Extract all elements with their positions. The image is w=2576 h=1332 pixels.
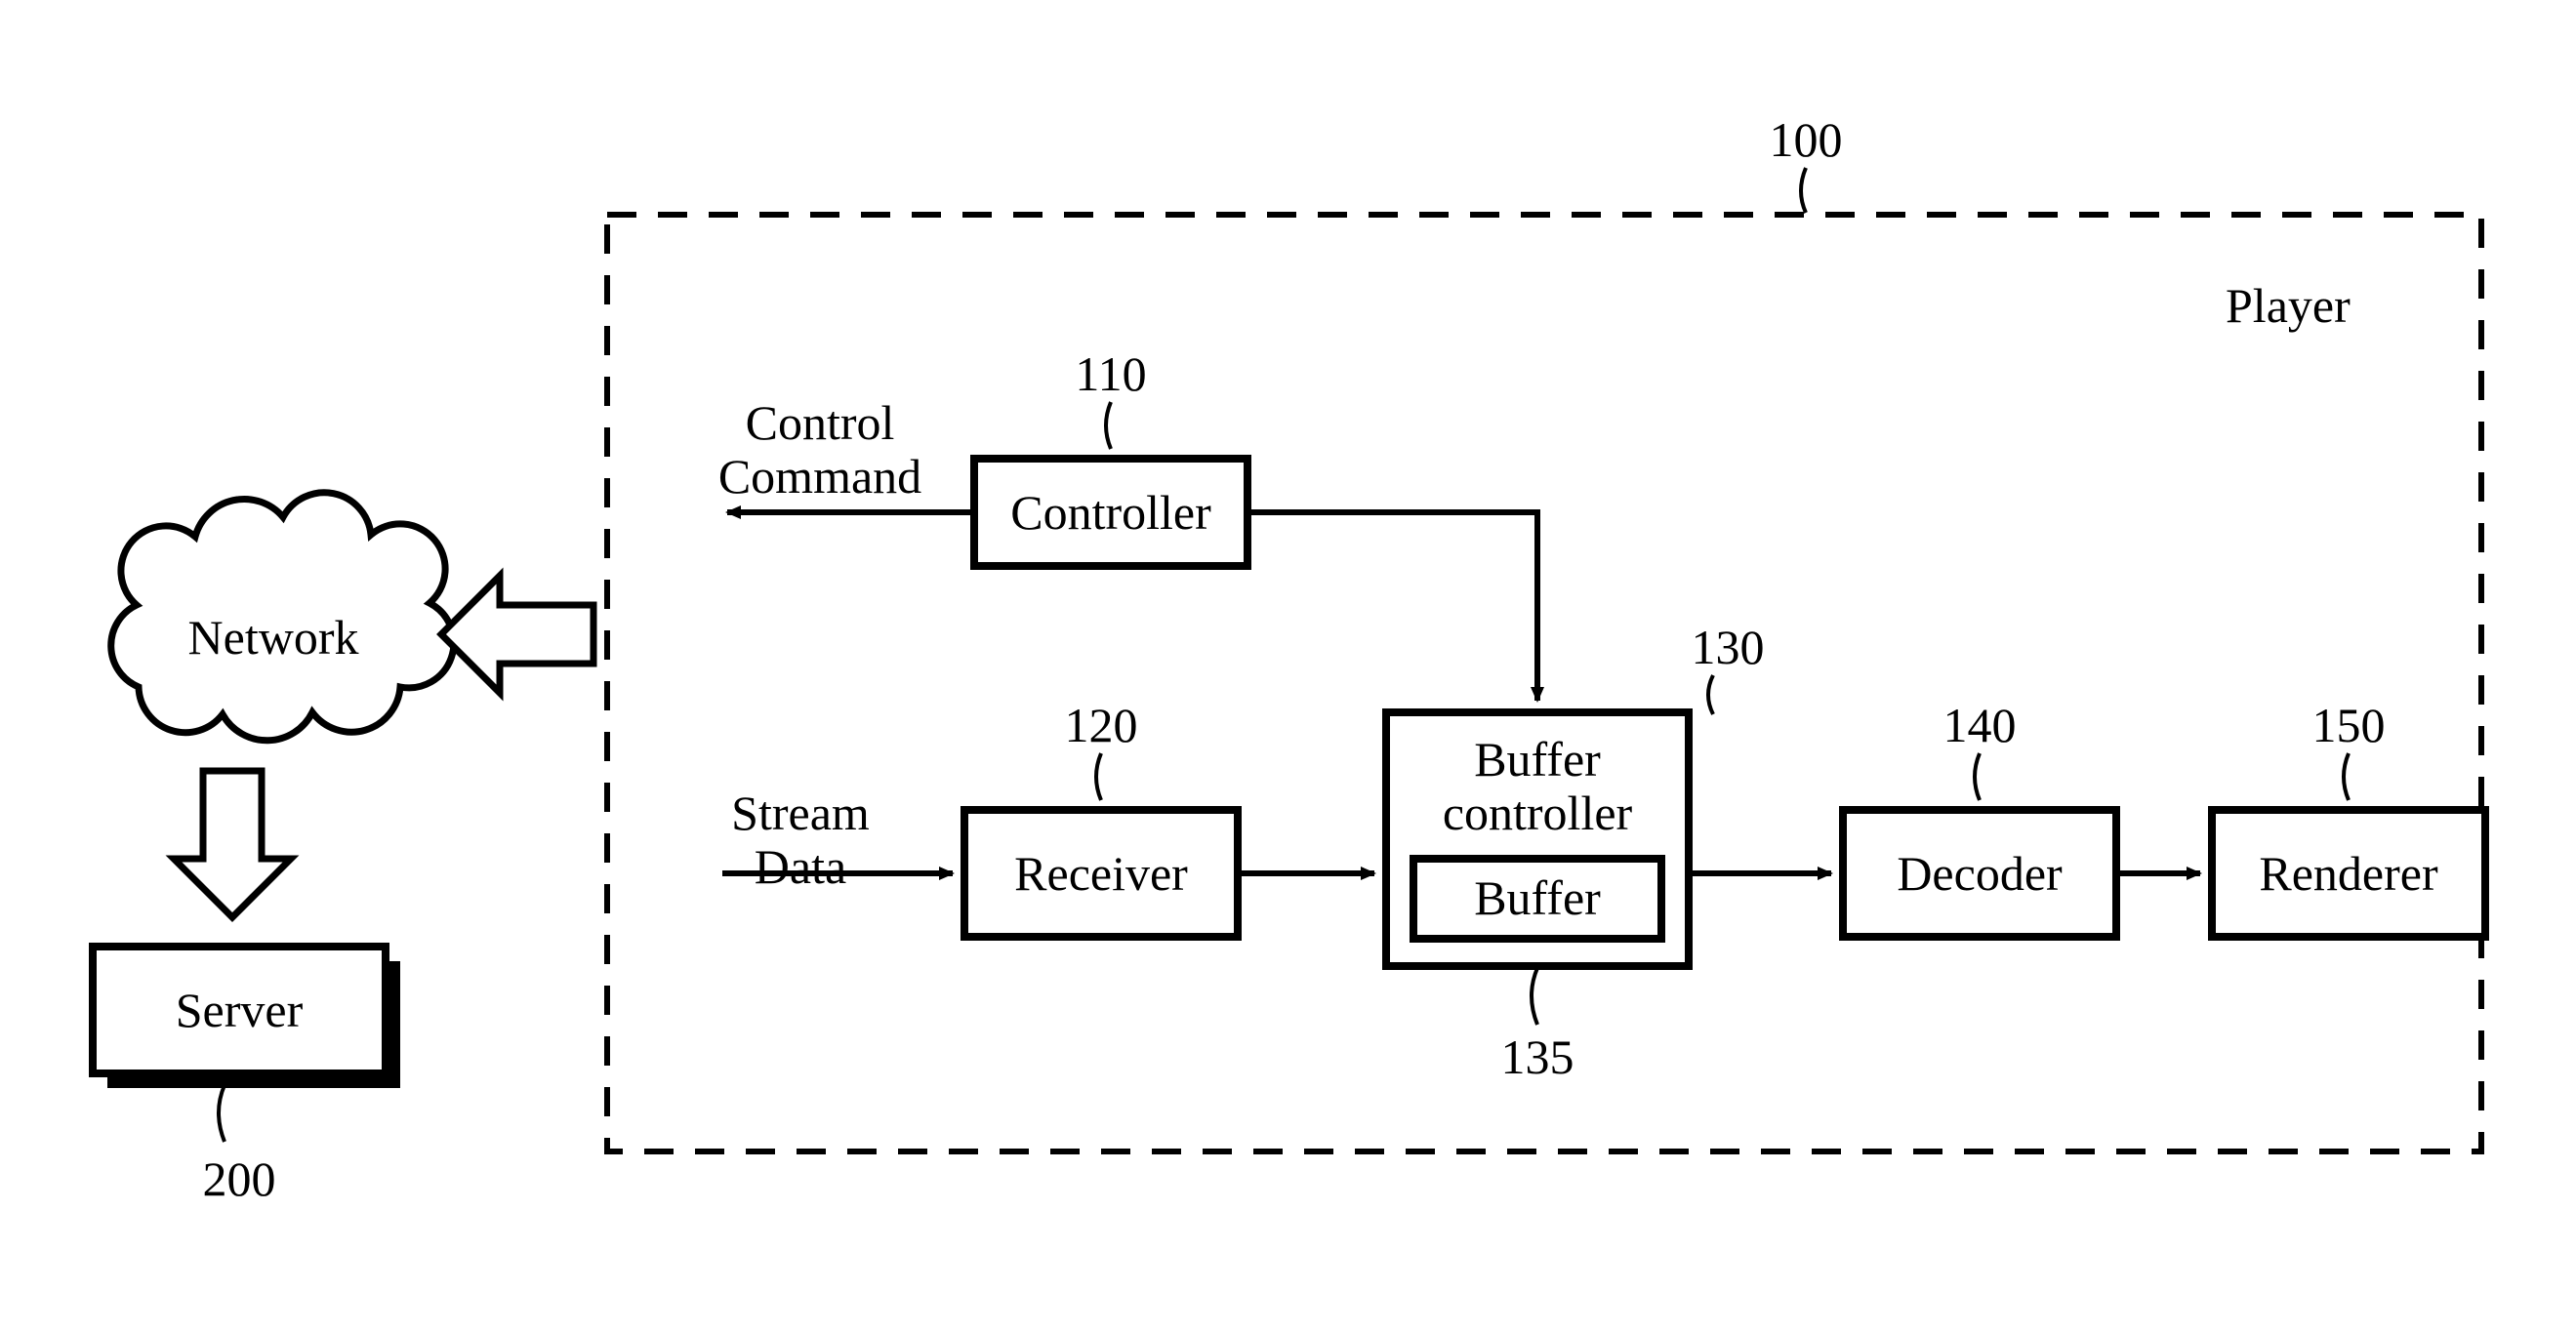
buffer-controller-label-l2: controller (1443, 786, 1633, 840)
block-diagram: Player 100 Controller 110 Receiver 120 B… (0, 0, 2576, 1332)
buffer-ref: 135 (1501, 1029, 1574, 1084)
server-block: Server (93, 947, 400, 1088)
buffer-label: Buffer (1474, 870, 1601, 925)
decoder-ref: 140 (1943, 698, 2017, 752)
renderer-ref: 150 (2312, 698, 2386, 752)
controller-ref-tick (1106, 402, 1111, 449)
buffer-controller-block: Buffer controller Buffer (1386, 712, 1689, 966)
decoder-block: Decoder (1843, 810, 2116, 937)
receiver-label: Receiver (1014, 846, 1188, 901)
stream-data-l2: Data (755, 839, 846, 894)
receiver-ref-tick (1096, 753, 1101, 800)
control-command-l2: Command (718, 449, 921, 504)
network-cloud: Network (111, 493, 454, 741)
renderer-label: Renderer (2259, 846, 2438, 901)
server-ref-tick (219, 1085, 225, 1142)
arrow-controller-to-buffer (1247, 512, 1537, 701)
server-ref: 200 (203, 1151, 276, 1206)
buffer-controller-ref: 130 (1692, 620, 1765, 674)
stream-data-l1: Stream (731, 786, 870, 840)
player-ref-tick (1801, 168, 1806, 213)
receiver-block: Receiver (964, 810, 1238, 937)
player-label: Player (2226, 278, 2351, 333)
control-command-l1: Control (746, 395, 895, 450)
network-label: Network (188, 610, 359, 665)
arrow-network-to-server (174, 771, 291, 917)
renderer-ref-tick (2344, 753, 2349, 800)
arrow-player-to-network (441, 576, 593, 693)
player-box (607, 215, 2481, 1151)
receiver-ref: 120 (1065, 698, 1138, 752)
buffer-controller-ref-tick (1708, 675, 1713, 714)
renderer-block: Renderer (2212, 810, 2485, 937)
decoder-ref-tick (1975, 753, 1980, 800)
controller-label: Controller (1010, 485, 1211, 540)
decoder-label: Decoder (1897, 846, 2063, 901)
buffer-controller-label-l1: Buffer (1474, 732, 1601, 787)
buffer-ref-tick (1532, 968, 1537, 1025)
controller-ref: 110 (1075, 346, 1146, 401)
player-ref: 100 (1770, 112, 1843, 167)
controller-block: Controller (974, 459, 1247, 566)
server-label: Server (176, 983, 304, 1037)
